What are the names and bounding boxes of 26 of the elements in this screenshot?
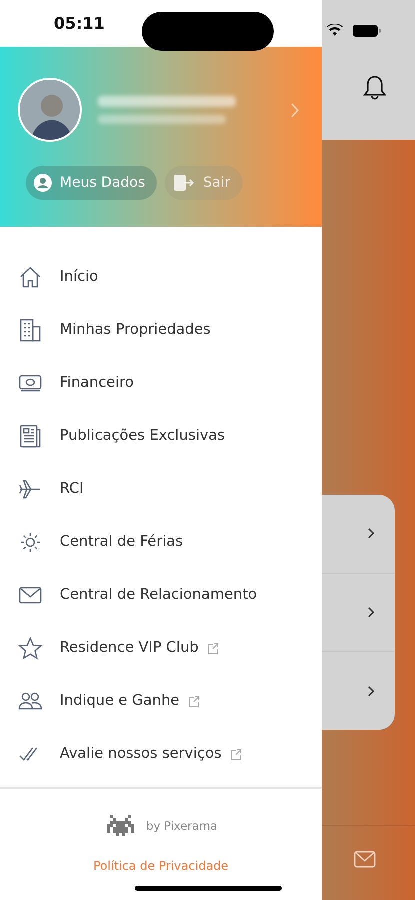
chevron-right-icon[interactable] xyxy=(368,686,375,697)
sun-icon xyxy=(18,530,43,555)
menu-item[interactable]: Central de Férias xyxy=(0,516,322,569)
menu-item[interactable]: RCI xyxy=(0,463,322,516)
person-icon xyxy=(34,174,52,192)
credit-text: by Pixerama xyxy=(146,818,218,836)
home-icon xyxy=(18,265,43,290)
chevron-right-icon[interactable] xyxy=(368,528,375,540)
mail-icon[interactable] xyxy=(354,851,376,868)
menu-item[interactable]: Início xyxy=(0,251,322,304)
menu-item[interactable]: Avalie nossos serviços xyxy=(0,728,322,781)
chevron-right-icon[interactable] xyxy=(368,607,375,618)
newspaper-icon xyxy=(18,424,43,449)
status-time: 05:11 xyxy=(54,12,105,34)
menu-item[interactable]: Indique e Ganhe xyxy=(0,675,322,728)
battery-icon xyxy=(353,25,381,37)
menu-item[interactable]: Publicações Exclusivas xyxy=(0,410,322,463)
menu-item[interactable]: Residence VIP Club xyxy=(0,622,322,675)
logout-icon xyxy=(173,174,196,192)
menu-item[interactable]: Financeiro xyxy=(0,357,322,410)
wifi-icon xyxy=(327,24,343,36)
building-icon xyxy=(18,318,43,343)
star-icon xyxy=(18,636,43,661)
menu-item[interactable]: Central de Relacionamento xyxy=(0,569,322,622)
menu-item[interactable]: Minhas Propriedades xyxy=(0,304,322,357)
notification-bell-icon[interactable] xyxy=(363,75,387,102)
